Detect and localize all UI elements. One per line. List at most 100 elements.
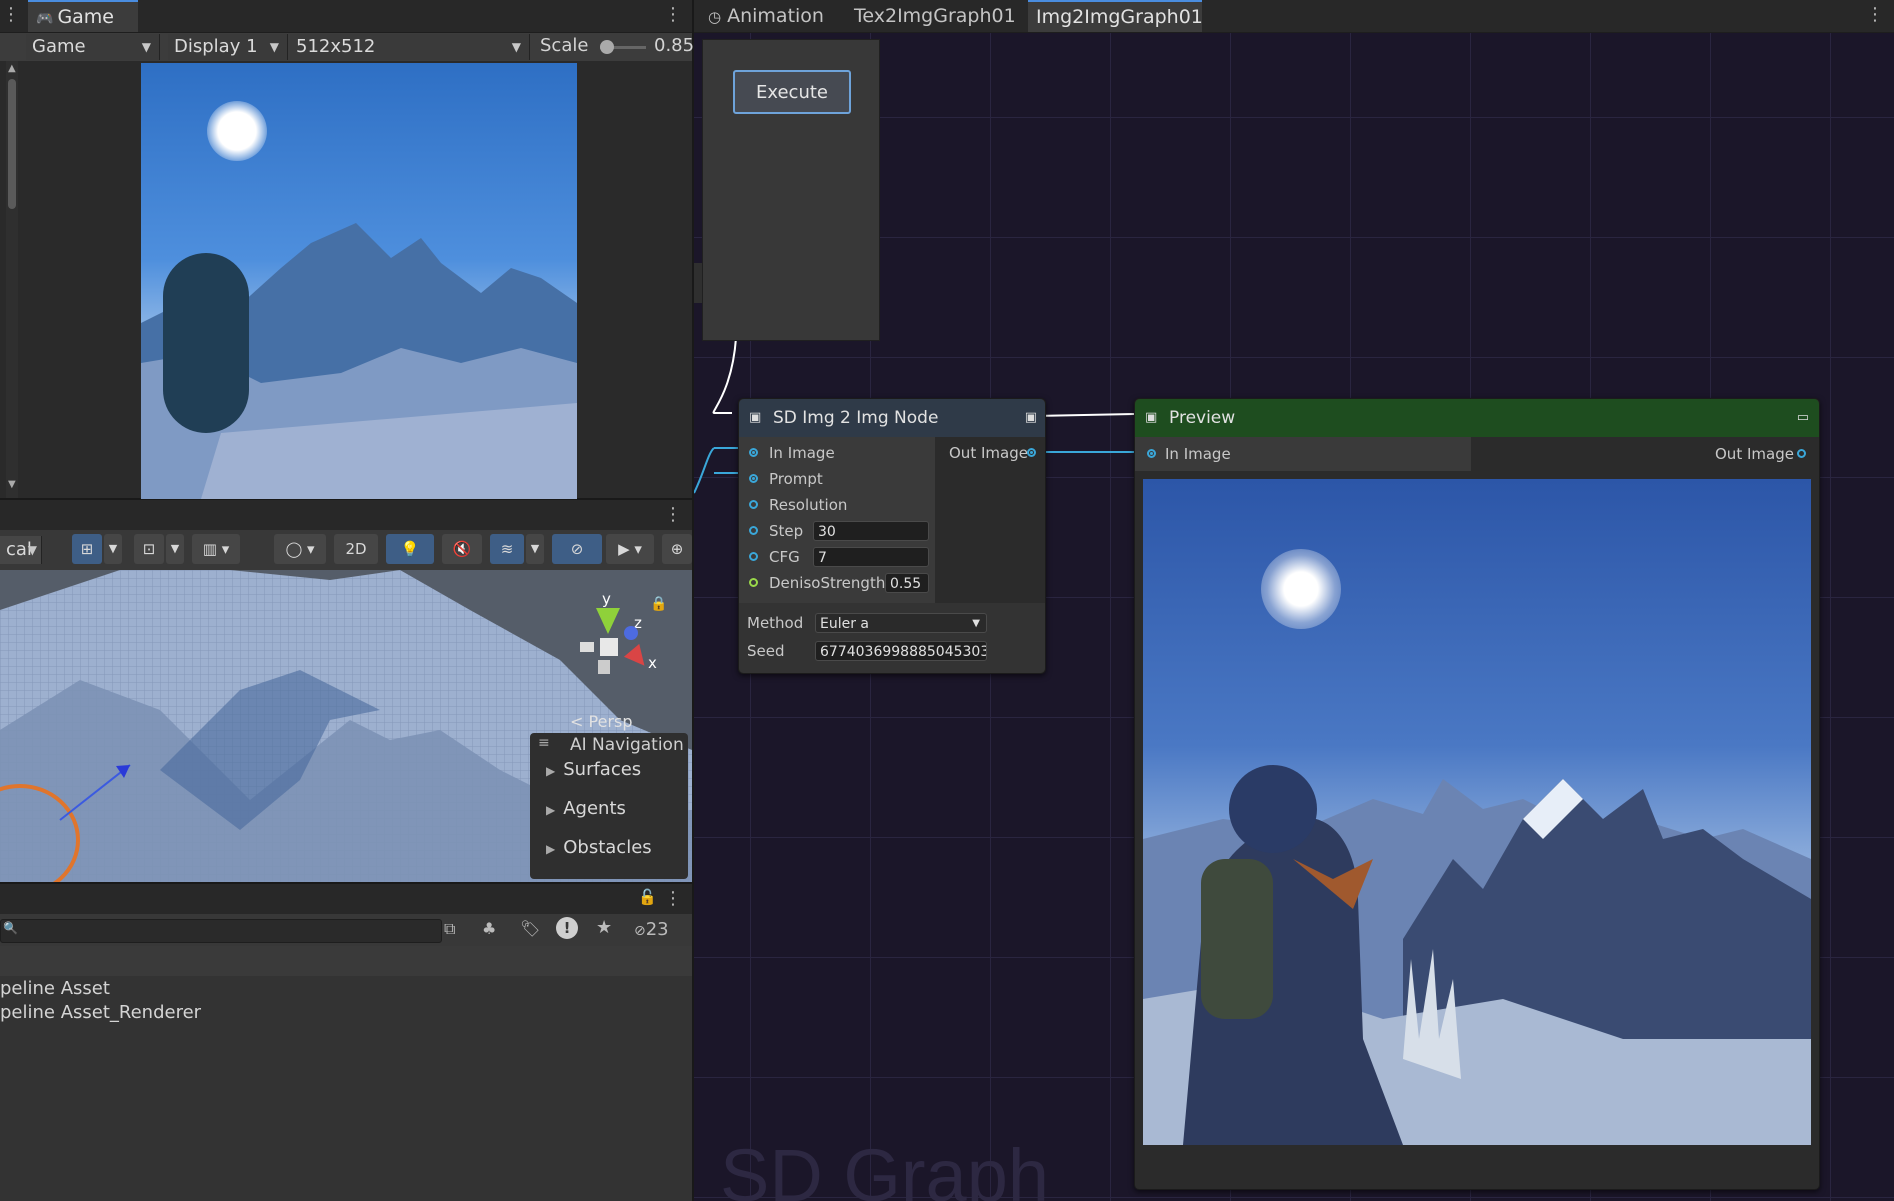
- tab-game[interactable]: 🎮 Game: [28, 0, 138, 32]
- tab-animation[interactable]: ◷ Animation: [700, 0, 832, 32]
- ruler-icon: ▥ ▾: [202, 540, 230, 558]
- increment-snap-button[interactable]: ⊡: [134, 534, 164, 564]
- grid-snap-button[interactable]: ⊞: [72, 534, 102, 564]
- project-lock-icon[interactable]: 🔓: [638, 888, 657, 906]
- gamepad-icon: 🎮: [36, 11, 54, 27]
- filter-by-label-icon[interactable]: 🏷: [520, 919, 540, 938]
- input-port-resolution[interactable]: [749, 500, 758, 509]
- grid-snap-dropdown[interactable]: ▼: [104, 534, 122, 564]
- gizmo-y-label: y: [602, 590, 611, 608]
- effects-dropdown[interactable]: ▼: [526, 534, 544, 564]
- increment-snap-dropdown[interactable]: ▼: [166, 534, 184, 564]
- execute-button[interactable]: Execute: [733, 70, 851, 114]
- tab-game-label: Game: [57, 6, 115, 28]
- gizmos-button[interactable]: ⊕: [662, 534, 692, 564]
- panel-menu-dots-left[interactable]: ⋮: [2, 4, 20, 25]
- node-preview-icon: ▣: [749, 410, 762, 425]
- scroll-down-arrow[interactable]: ▼: [8, 479, 16, 490]
- preview-image: [1143, 479, 1811, 1145]
- scale-value: 0.85: [654, 35, 695, 56]
- preview-output-port[interactable]: [1797, 449, 1806, 458]
- denoise-strength-field[interactable]: 0.55: [885, 573, 929, 593]
- ai-nav-item-surfaces[interactable]: ▶ Surfaces: [546, 759, 641, 780]
- node-collapse-icon[interactable]: ▣: [1025, 399, 1037, 437]
- input-port-denoise-strength[interactable]: [749, 578, 758, 587]
- hidden-packages-button[interactable]: ⊘23: [634, 919, 669, 940]
- tab-img2imggraph01[interactable]: Img2ImgGraph01: [1028, 0, 1203, 32]
- chevron-down-icon: ▼: [972, 618, 980, 629]
- project-panel-menu[interactable]: ⋮: [664, 888, 682, 909]
- seed-field[interactable]: 6774036998885045303: [815, 641, 987, 661]
- method-label: Method: [747, 614, 804, 632]
- scroll-up-arrow[interactable]: ▲: [8, 63, 16, 74]
- output-port-out-image[interactable]: [1027, 448, 1036, 457]
- persp-label[interactable]: < Persp: [570, 712, 632, 731]
- overlay-drag-handle-icon[interactable]: ≡: [538, 735, 550, 751]
- game-view-dropdown[interactable]: Game ▼: [26, 34, 160, 60]
- clock-icon: ◷: [708, 8, 722, 26]
- sd-node-outputs: Out Image: [935, 437, 1045, 603]
- lock-icon[interactable]: 🔒: [650, 596, 667, 612]
- preview-node-inputs: In Image: [1135, 437, 1471, 471]
- pivot-dropdown[interactable]: cal ▼: [0, 536, 42, 564]
- cfg-field[interactable]: 7: [813, 547, 929, 567]
- filter-by-type-icon[interactable]: ♣: [482, 919, 496, 938]
- preview-node[interactable]: ▣ Preview ▭ In Image Out Image: [1134, 398, 1820, 1190]
- scene-viewport: y z x 🔒 < Persp ≡ AI Navigation ▶ Surface…: [0, 570, 692, 882]
- scale-slider[interactable]: [600, 40, 646, 54]
- scale-slider-handle[interactable]: [600, 40, 614, 54]
- hidden-packages-count: 23: [645, 919, 669, 940]
- preview-output-label: Out Image: [1715, 445, 1794, 463]
- output-label-out-image: Out Image: [949, 444, 1028, 462]
- grid-snap-icon: ⊞: [80, 540, 94, 558]
- input-label-resolution: Resolution: [769, 496, 848, 514]
- gizmo-y-cone: [596, 608, 620, 634]
- input-label-cfg: CFG: [769, 548, 800, 566]
- ai-nav-item-agents[interactable]: ▶ Agents: [546, 798, 626, 819]
- scroll-thumb[interactable]: [8, 79, 16, 209]
- display-dropdown[interactable]: Display 1 ▼: [168, 34, 288, 60]
- preview-node-header[interactable]: ▣ Preview ▭: [1135, 399, 1819, 437]
- project-search-bar: 🔍 ⧉ ♣ 🏷 ! ★ ⊘23: [0, 914, 692, 946]
- terrain-shape: [141, 223, 577, 499]
- audio-toggle-button[interactable]: 🔇: [442, 534, 482, 564]
- execute-panel: Execute: [702, 39, 880, 341]
- vertical-scrollbar[interactable]: ▲ ▼: [6, 61, 18, 498]
- ai-nav-item-obstacles[interactable]: ▶ Obstacles: [546, 837, 652, 858]
- scene-panel-menu[interactable]: ⋮: [664, 504, 682, 525]
- method-dropdown[interactable]: Euler a ▼: [815, 613, 987, 633]
- effects-button[interactable]: ≋: [490, 534, 524, 564]
- sd-node-header[interactable]: ▣ SD Img 2 Img Node ▣: [739, 399, 1045, 437]
- input-label-prompt: Prompt: [769, 470, 823, 488]
- favorite-star-icon[interactable]: ★: [596, 917, 612, 938]
- orientation-gizmo[interactable]: y z x: [570, 590, 660, 690]
- input-port-step[interactable]: [749, 526, 758, 535]
- game-toolbar: Game ▼ Display 1 ▼ 512x512 ▼ Scale 0.85: [0, 33, 695, 61]
- sd-img2img-node[interactable]: ▣ SD Img 2 Img Node ▣ In Image Prompt Re…: [738, 398, 1046, 674]
- ai-nav-item-label: Surfaces: [563, 759, 642, 780]
- game-panel-menu[interactable]: ⋮: [664, 4, 682, 25]
- ruler-button[interactable]: ▥ ▾: [192, 534, 240, 564]
- scene-visibility-button[interactable]: ⊘: [552, 534, 602, 564]
- camera-button[interactable]: ▶ ▾: [606, 534, 654, 564]
- lighting-toggle-button[interactable]: 💡: [386, 534, 434, 564]
- resolution-dropdown[interactable]: 512x512 ▼: [290, 34, 530, 60]
- shading-mode-button[interactable]: ◯ ▾: [274, 534, 326, 564]
- alert-icon[interactable]: !: [556, 917, 578, 939]
- preview-input-port[interactable]: [1147, 449, 1156, 458]
- asset-item[interactable]: peline Asset: [0, 978, 110, 999]
- input-port-prompt[interactable]: [749, 474, 758, 483]
- search-filter-icon[interactable]: ⧉: [444, 919, 455, 939]
- node-collapse-icon[interactable]: ▭: [1797, 399, 1809, 437]
- graph-canvas[interactable]: Execute ▣ SD Img 2 Img Node ▣ In Image P…: [694, 33, 1894, 1201]
- toggle-2d-button[interactable]: 2D: [334, 534, 378, 564]
- ai-navigation-title: AI Navigation: [570, 735, 684, 755]
- step-field[interactable]: 30: [813, 521, 929, 541]
- asset-item[interactable]: peline Asset_Renderer: [0, 1002, 201, 1023]
- input-port-in-image[interactable]: [749, 448, 758, 457]
- input-port-cfg[interactable]: [749, 552, 758, 561]
- tab-tex2imggraph01[interactable]: Tex2ImgGraph01: [846, 0, 1024, 32]
- graph-panel-menu[interactable]: ⋮: [1866, 4, 1884, 25]
- search-input[interactable]: 🔍: [0, 919, 442, 943]
- gizmo-center-cube: [600, 638, 618, 656]
